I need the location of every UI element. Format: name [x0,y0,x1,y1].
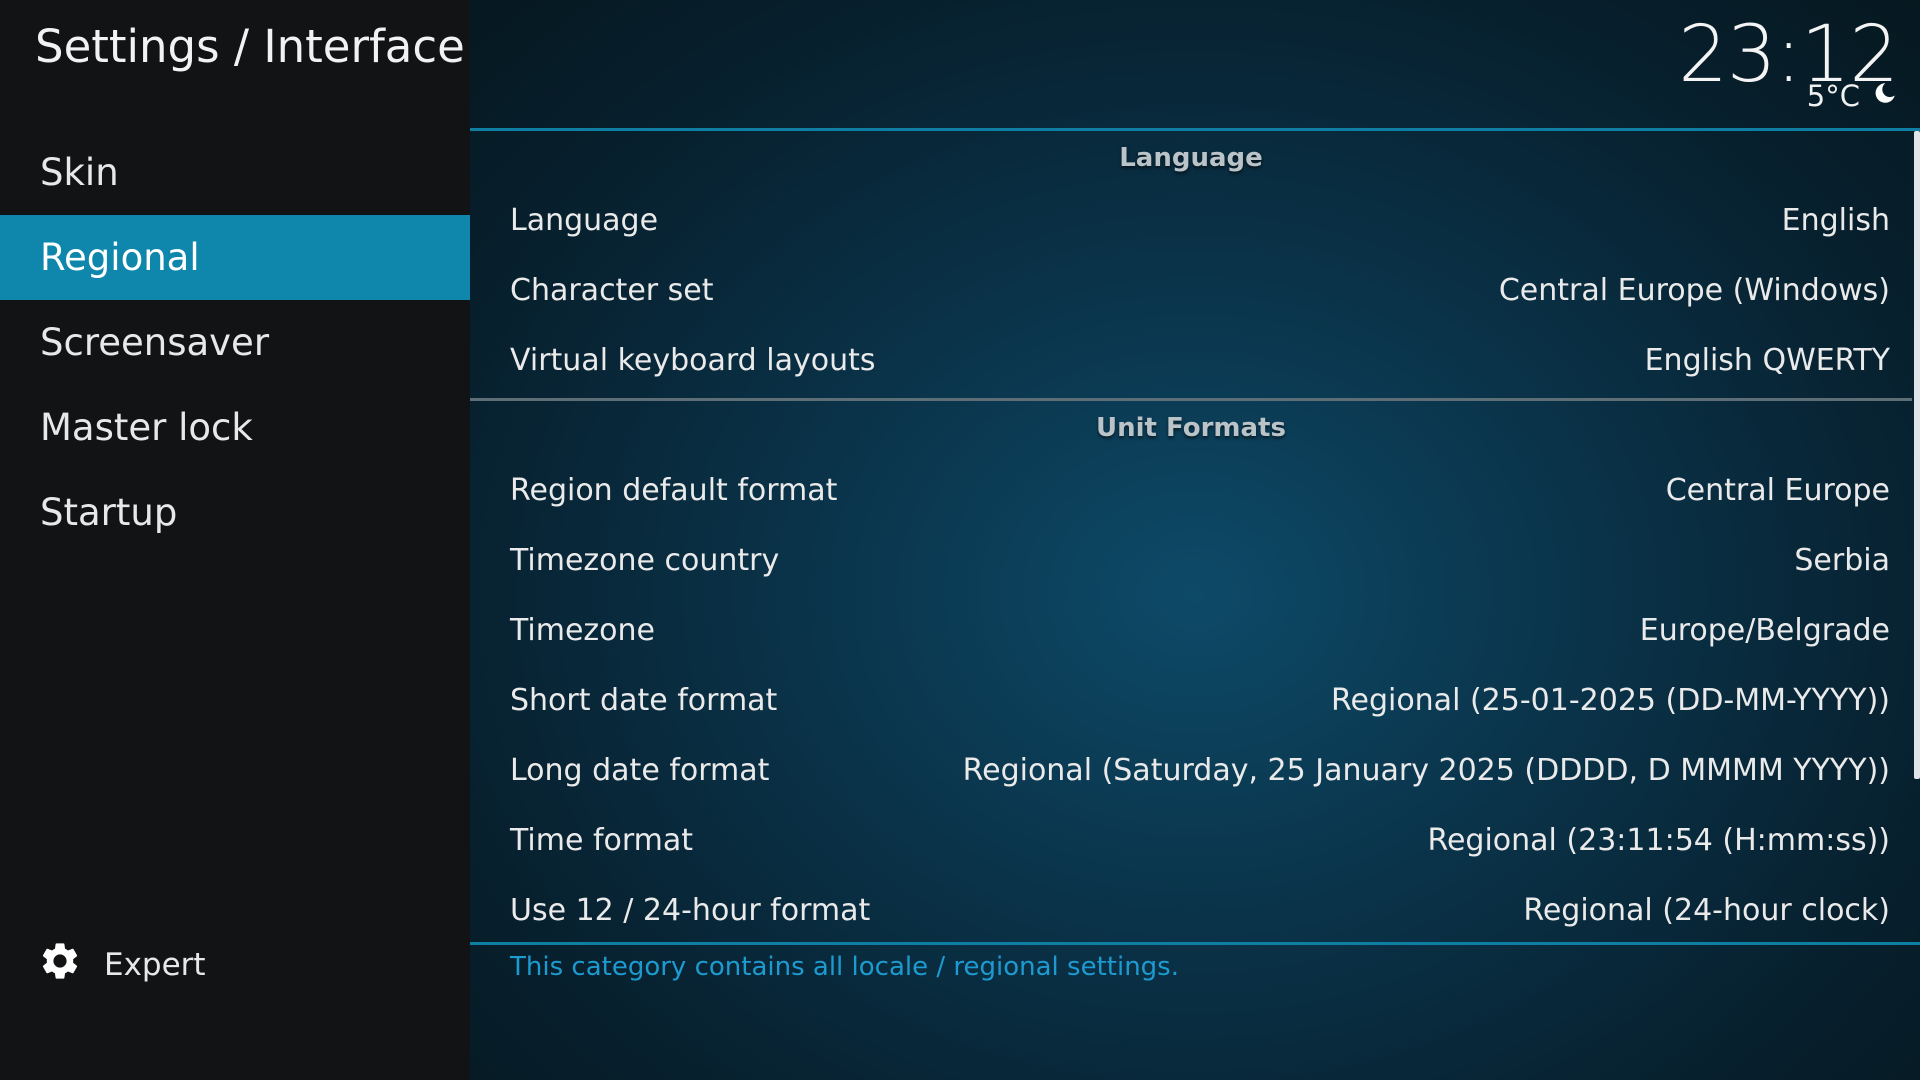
setting-region-default-format[interactable]: Region default format Central Europe [470,455,1912,525]
setting-label: Language [510,202,659,238]
sidebar-item-screensaver[interactable]: Screensaver [0,300,470,385]
setting-label: Character set [510,272,714,308]
setting-language[interactable]: Language English [470,185,1912,255]
expert-level-button[interactable]: Expert [38,940,206,990]
setting-12-24-hour-format[interactable]: Use 12 / 24-hour format Regional (24-hou… [470,875,1912,945]
setting-value: Central Europe [1665,472,1890,508]
setting-label: Short date format [510,682,778,718]
setting-value: English [1781,202,1890,238]
sidebar: Settings / Interface Skin Regional Scree… [0,0,470,1080]
gear-icon [38,939,82,991]
moon-icon [1872,79,1898,113]
setting-label: Long date format [510,752,770,788]
section-header-unit-formats: Unit Formats [1096,413,1286,443]
setting-value: Regional (24-hour clock) [1523,892,1890,928]
setting-label: Timezone [510,612,655,648]
setting-value: Central Europe (Windows) [1498,272,1890,308]
sidebar-item-master-lock[interactable]: Master lock [0,385,470,470]
scrollbar[interactable] [1914,131,1920,779]
temperature: 5°C [1806,79,1860,113]
setting-value: Europe/Belgrade [1639,612,1890,648]
footer-divider [470,942,1920,945]
setting-timezone-country[interactable]: Timezone country Serbia [470,525,1912,595]
setting-value: Regional (23:11:54 (H:mm:ss)) [1427,822,1890,858]
sidebar-item-skin[interactable]: Skin [0,130,470,215]
setting-timezone[interactable]: Timezone Europe/Belgrade [470,595,1912,665]
setting-short-date-format[interactable]: Short date format Regional (25-01-2025 (… [470,665,1912,735]
setting-value: English QWERTY [1644,342,1890,378]
setting-time-format[interactable]: Time format Regional (23:11:54 (H:mm:ss)… [470,805,1912,875]
section-header-language: Language [1119,143,1263,173]
setting-label: Use 12 / 24-hour format [510,892,871,928]
settings-panel: 23:12 5°C Language Language English Char… [470,0,1920,1080]
setting-label: Virtual keyboard layouts [510,342,876,378]
setting-label: Region default format [510,472,838,508]
sidebar-item-regional[interactable]: Regional [0,215,470,300]
expert-label: Expert [104,947,206,983]
setting-value: Serbia [1794,542,1890,578]
setting-label: Timezone country [510,542,780,578]
setting-label: Time format [510,822,694,858]
category-menu: Skin Regional Screensaver Master lock St… [0,130,470,555]
page-title: Settings / Interface [35,20,465,73]
category-description: This category contains all locale / regi… [510,952,1179,982]
settings-list: Language Language English Character set … [470,131,1912,945]
setting-long-date-format[interactable]: Long date format Regional (Saturday, 25 … [470,735,1912,805]
setting-value: Regional (Saturday, 25 January 2025 (DDD… [962,752,1890,788]
weather-info: 5°C [1807,78,1898,114]
setting-virtual-keyboard-layouts[interactable]: Virtual keyboard layouts English QWERTY [470,325,1912,395]
setting-value: Regional (25-01-2025 (DD-MM-YYYY)) [1330,682,1890,718]
setting-character-set[interactable]: Character set Central Europe (Windows) [470,255,1912,325]
sidebar-item-startup[interactable]: Startup [0,470,470,555]
